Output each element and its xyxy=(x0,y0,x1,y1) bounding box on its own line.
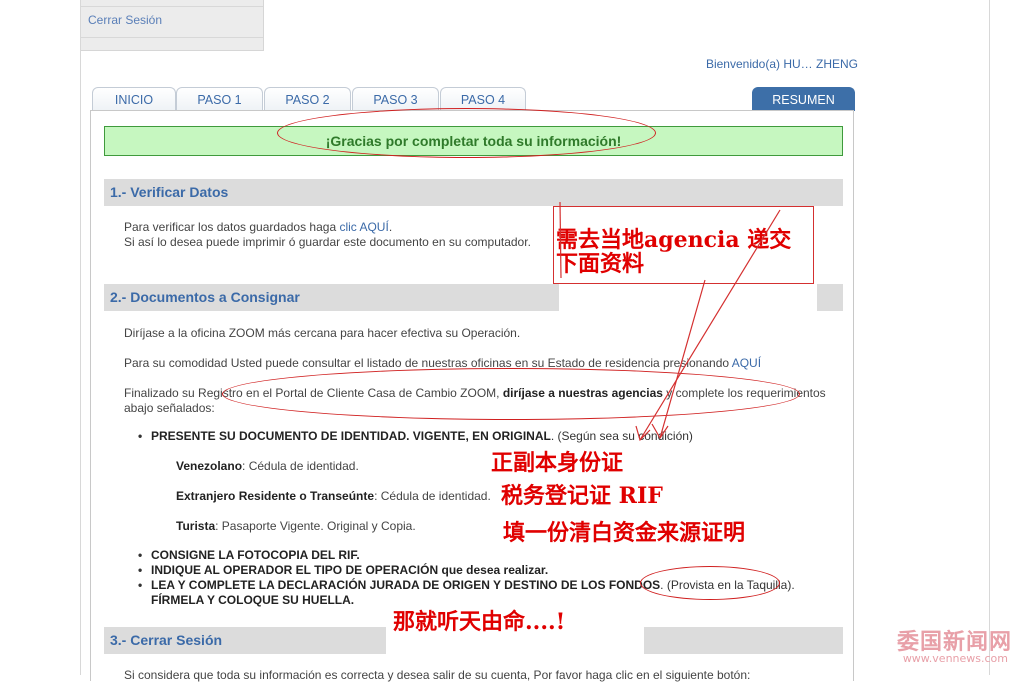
arrow-shaft xyxy=(659,279,706,439)
watermark-url: www.vennews.com xyxy=(902,652,1008,665)
annotation-stroke xyxy=(559,201,562,279)
arrow-shaft xyxy=(639,209,781,441)
annotation-arrows xyxy=(559,201,781,442)
